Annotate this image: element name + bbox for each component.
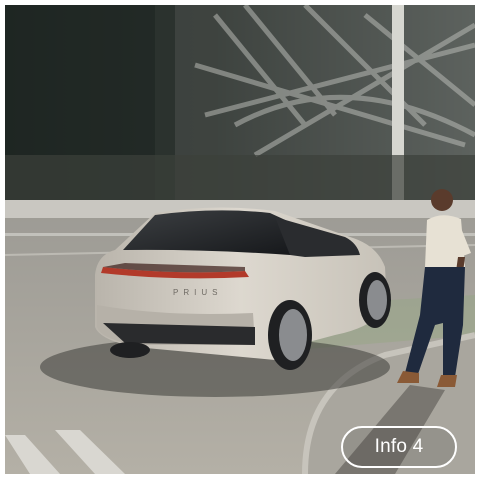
svg-text:PRIUS: PRIUS — [173, 288, 222, 297]
vehicle-photo: PRIUS — [5, 5, 475, 474]
hero-image-frame: PRIUS Info 4 — [5, 5, 475, 474]
info-button[interactable]: Info 4 — [341, 426, 457, 468]
